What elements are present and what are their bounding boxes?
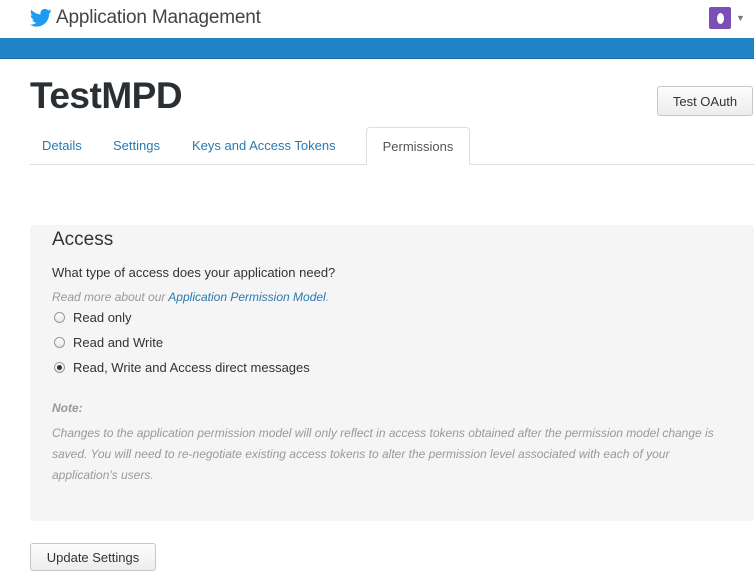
radio-button[interactable] [54,362,65,373]
access-heading: Access [52,229,114,250]
radio-label: Read only [73,310,132,325]
update-settings-button[interactable]: Update Settings [30,543,156,571]
header-accent-bar [0,38,754,59]
access-question: What type of access does your applicatio… [52,265,336,280]
app-management-title: Application Management [56,7,261,28]
tab-bar: Details Settings Keys and Access Tokens … [30,127,754,165]
radio-label: Read, Write and Access direct messages [73,360,310,375]
tab-permissions[interactable]: Permissions [366,127,470,165]
radio-button[interactable] [54,312,65,323]
note-text: Changes to the application permission mo… [52,426,714,482]
note-label: Note: [52,401,83,415]
avatar-egg-icon [716,12,724,24]
permission-model-link[interactable]: Application Permission Model [168,290,325,304]
radio-read-and-write[interactable]: Read and Write [54,335,163,350]
radio-read-only[interactable]: Read only [54,310,132,325]
top-bar: Application Management ▼ [0,0,754,38]
read-more-prefix: Read more about our [52,290,169,304]
radio-read-write-dm[interactable]: Read, Write and Access direct messages [54,360,310,375]
access-panel: Access What type of access does your app… [30,225,754,521]
read-more-suffix: . [325,290,330,304]
tab-keys-and-access-tokens[interactable]: Keys and Access Tokens [192,127,336,164]
chevron-down-icon[interactable]: ▼ [736,13,745,23]
brand[interactable]: Application Management [30,7,261,29]
page-title: TestMPD [30,75,183,116]
avatar[interactable] [709,7,731,29]
tab-details[interactable]: Details [42,127,82,164]
tab-settings[interactable]: Settings [113,127,160,164]
user-menu[interactable]: ▼ [709,7,745,29]
radio-button[interactable] [54,337,65,348]
twitter-bird-icon [30,8,52,27]
read-more-text: Read more about our Application Permissi… [52,290,329,304]
test-oauth-button[interactable]: Test OAuth [657,86,753,116]
radio-label: Read and Write [73,335,164,350]
